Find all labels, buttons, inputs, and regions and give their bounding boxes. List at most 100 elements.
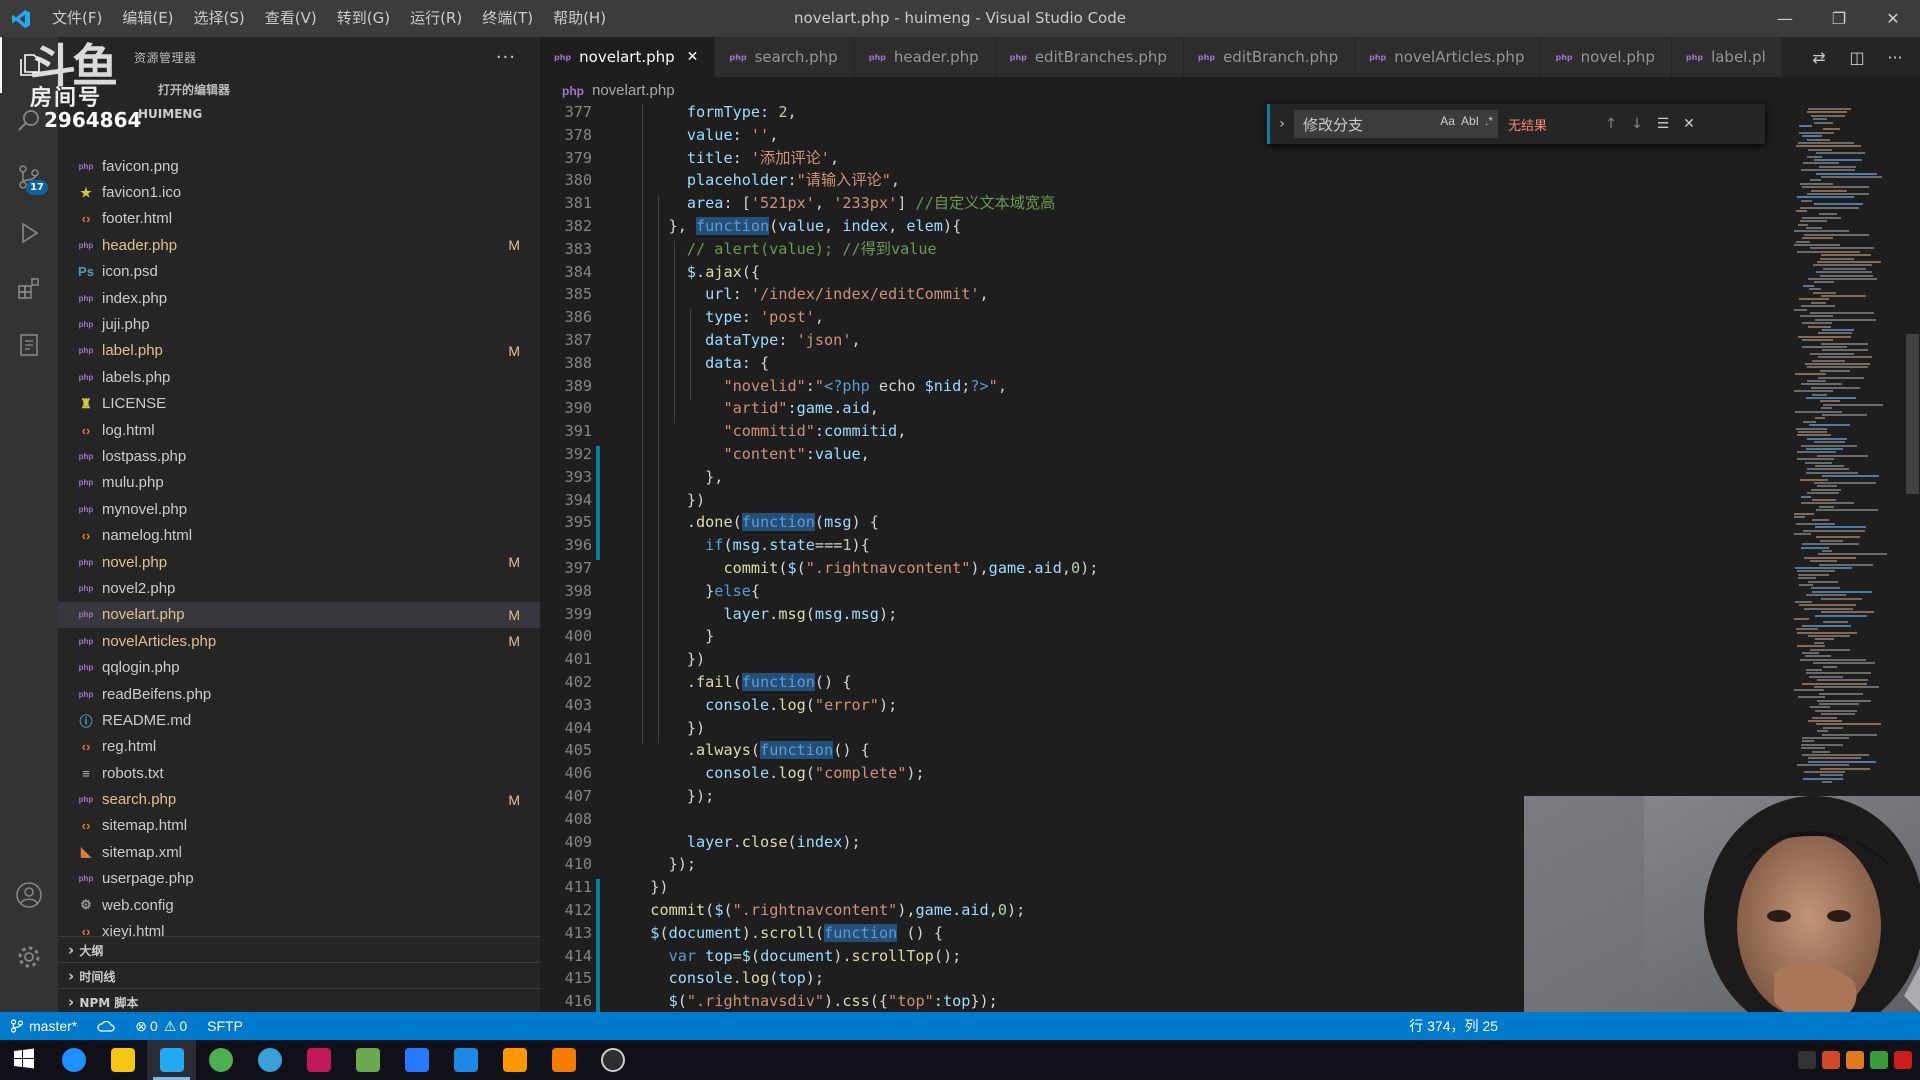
sync-button[interactable] [87, 1012, 125, 1040]
minimap-line [1794, 308, 1807, 311]
file-item[interactable]: php userpage.php [58, 866, 540, 892]
match-word-toggle[interactable]: AbI [1461, 114, 1479, 128]
tab-novel-php[interactable]: php novel.php [1541, 37, 1672, 77]
file-item[interactable]: ‹› namelog.html [58, 522, 540, 548]
taskbar-hs-icon[interactable] [588, 1040, 637, 1080]
taskbar-notes-icon[interactable] [441, 1040, 490, 1080]
menu-item[interactable]: 终端(T) [472, 0, 543, 37]
file-item[interactable]: ⓘ README.md [58, 707, 540, 733]
more-icon[interactable]: ··· [1876, 48, 1914, 67]
close-find-button[interactable]: ✕ [1676, 116, 1702, 132]
previous-match-button[interactable]: ↑ [1598, 116, 1624, 132]
problems-indicator[interactable]: ⊗ 0 ⚠ 0 [125, 1012, 197, 1040]
file-item[interactable]: php juji.php [58, 311, 540, 337]
minimap[interactable] [1790, 104, 1908, 794]
accounts-button[interactable] [0, 867, 58, 923]
stream-watermark: 斗鱼 房间号 2964864 [0, 30, 141, 140]
taskbar-edge-icon[interactable] [245, 1040, 294, 1080]
close-window-button[interactable]: ✕ [1866, 0, 1920, 37]
file-item[interactable]: ‹› sitemap.html [58, 813, 540, 839]
file-item[interactable]: php label.php M [58, 338, 540, 364]
taskbar-ie-icon[interactable] [49, 1040, 98, 1080]
file-item[interactable]: ⚙ web.config [58, 892, 540, 918]
regex-toggle[interactable]: .* [1485, 114, 1493, 128]
toggle-replace-button[interactable]: › [1270, 116, 1294, 132]
tab-novelarticles-php[interactable]: php novelArticles.php [1355, 37, 1542, 77]
taskbar-mail-icon[interactable] [392, 1040, 441, 1080]
next-match-button[interactable]: ↓ [1624, 116, 1650, 132]
file-item[interactable]: php search.php M [58, 786, 540, 812]
sidebar-section-0[interactable]: › 大纲 [58, 936, 540, 962]
run-debug-button[interactable] [0, 205, 58, 261]
taskbar-explorer-icon[interactable] [98, 1040, 147, 1080]
menu-item[interactable]: 转到(G) [327, 0, 400, 37]
file-item[interactable]: php lostpass.php [58, 443, 540, 469]
settings-button[interactable] [0, 929, 58, 985]
file-item[interactable]: php header.php M [58, 232, 540, 258]
file-item[interactable]: ≡ robots.txt [58, 760, 540, 786]
sidebar-section-2[interactable]: › NPM 脚本 [58, 988, 540, 1014]
file-item[interactable]: php novel.php M [58, 549, 540, 575]
code-token: state [769, 536, 815, 555]
scrollbar-thumb[interactable] [1906, 334, 1919, 494]
tray-icon[interactable] [1870, 1051, 1888, 1069]
minimap-line [1800, 658, 1866, 661]
taskbar-vscode-icon[interactable] [147, 1040, 196, 1080]
taskbar-jetbrains-icon[interactable] [294, 1040, 343, 1080]
file-item[interactable]: ‹› log.html [58, 417, 540, 443]
compare-changes-icon[interactable]: ⇄ [1800, 48, 1838, 67]
file-item[interactable]: php favicon.png [58, 153, 540, 179]
tab-editbranch-php[interactable]: php editBranch.php [1183, 37, 1356, 77]
menu-item[interactable]: 帮助(H) [543, 0, 616, 37]
file-item[interactable]: ‹› reg.html [58, 734, 540, 760]
file-item[interactable]: php mynovel.php [58, 496, 540, 522]
taskbar-tool-icon[interactable] [343, 1040, 392, 1080]
restore-button[interactable]: ❐ [1812, 0, 1866, 37]
tab-header-php[interactable]: php header.php [854, 37, 996, 77]
file-item[interactable]: ♜ LICENSE [58, 391, 540, 417]
close-tab-icon[interactable]: ✕ [687, 49, 699, 65]
tab-editbranches-php[interactable]: php editBranches.php [995, 37, 1184, 77]
menu-item[interactable]: 运行(R) [400, 0, 472, 37]
taskbar-hbuilder-icon[interactable] [539, 1040, 588, 1080]
branch-indicator[interactable]: master* [0, 1012, 87, 1040]
taskbar-sublime-like-icon[interactable] [490, 1040, 539, 1080]
file-item[interactable]: php novelart.php M [58, 601, 540, 629]
menu-item[interactable]: 查看(V) [255, 0, 327, 37]
file-item[interactable]: php qqlogin.php [58, 654, 540, 680]
sftp-indicator[interactable]: SFTP [197, 1012, 253, 1040]
tab-label-pl[interactable]: php label.pl [1671, 37, 1783, 77]
minimize-button[interactable]: — [1758, 0, 1812, 37]
taskbar-windows-start-icon[interactable] [0, 1040, 49, 1080]
tab-novelart-php[interactable]: php novelart.php ✕ [540, 37, 716, 77]
file-item[interactable]: php mulu.php [58, 470, 540, 496]
file-item[interactable]: php index.php [58, 285, 540, 311]
file-item[interactable]: ◣ sitemap.xml [58, 839, 540, 865]
split-editor-icon[interactable]: ◫ [1838, 48, 1876, 67]
menu-item[interactable]: 选择(S) [184, 0, 255, 37]
match-case-toggle[interactable]: Aa [1440, 114, 1455, 128]
breadcrumb-file[interactable]: novelart.php [592, 82, 675, 99]
more-actions-button[interactable]: ··· [496, 47, 516, 68]
find-input[interactable]: 修改分支 Aa AbI .* [1294, 110, 1498, 138]
file-item[interactable]: ‹› footer.html [58, 206, 540, 232]
tray-icon[interactable] [1846, 1051, 1864, 1069]
file-item[interactable]: php readBeifens.php [58, 681, 540, 707]
tray-icon[interactable] [1894, 1051, 1912, 1069]
file-item[interactable]: php labels.php [58, 364, 540, 390]
file-item[interactable]: Ps icon.psd [58, 259, 540, 285]
source-control-button[interactable]: 17 [0, 149, 58, 205]
tray-icon[interactable] [1822, 1051, 1840, 1069]
file-item[interactable]: php novel2.php [58, 575, 540, 601]
file-item[interactable]: ★ favicon1.ico [58, 179, 540, 205]
find-in-selection-button[interactable]: ☰ [1650, 116, 1676, 132]
line-content: }); [632, 785, 714, 808]
cursor-position[interactable]: 行 374，列 25 [1399, 1012, 1508, 1040]
taskbar-chrome-icon[interactable] [196, 1040, 245, 1080]
tab-search-php[interactable]: php search.php [715, 37, 855, 77]
tray-icon[interactable] [1798, 1051, 1816, 1069]
file-item[interactable]: php novelArticles.php M [58, 628, 540, 654]
extensions-button[interactable] [0, 261, 58, 317]
sidebar-section-1[interactable]: › 时间线 [58, 962, 540, 988]
remote-explorer-button[interactable] [0, 317, 58, 373]
